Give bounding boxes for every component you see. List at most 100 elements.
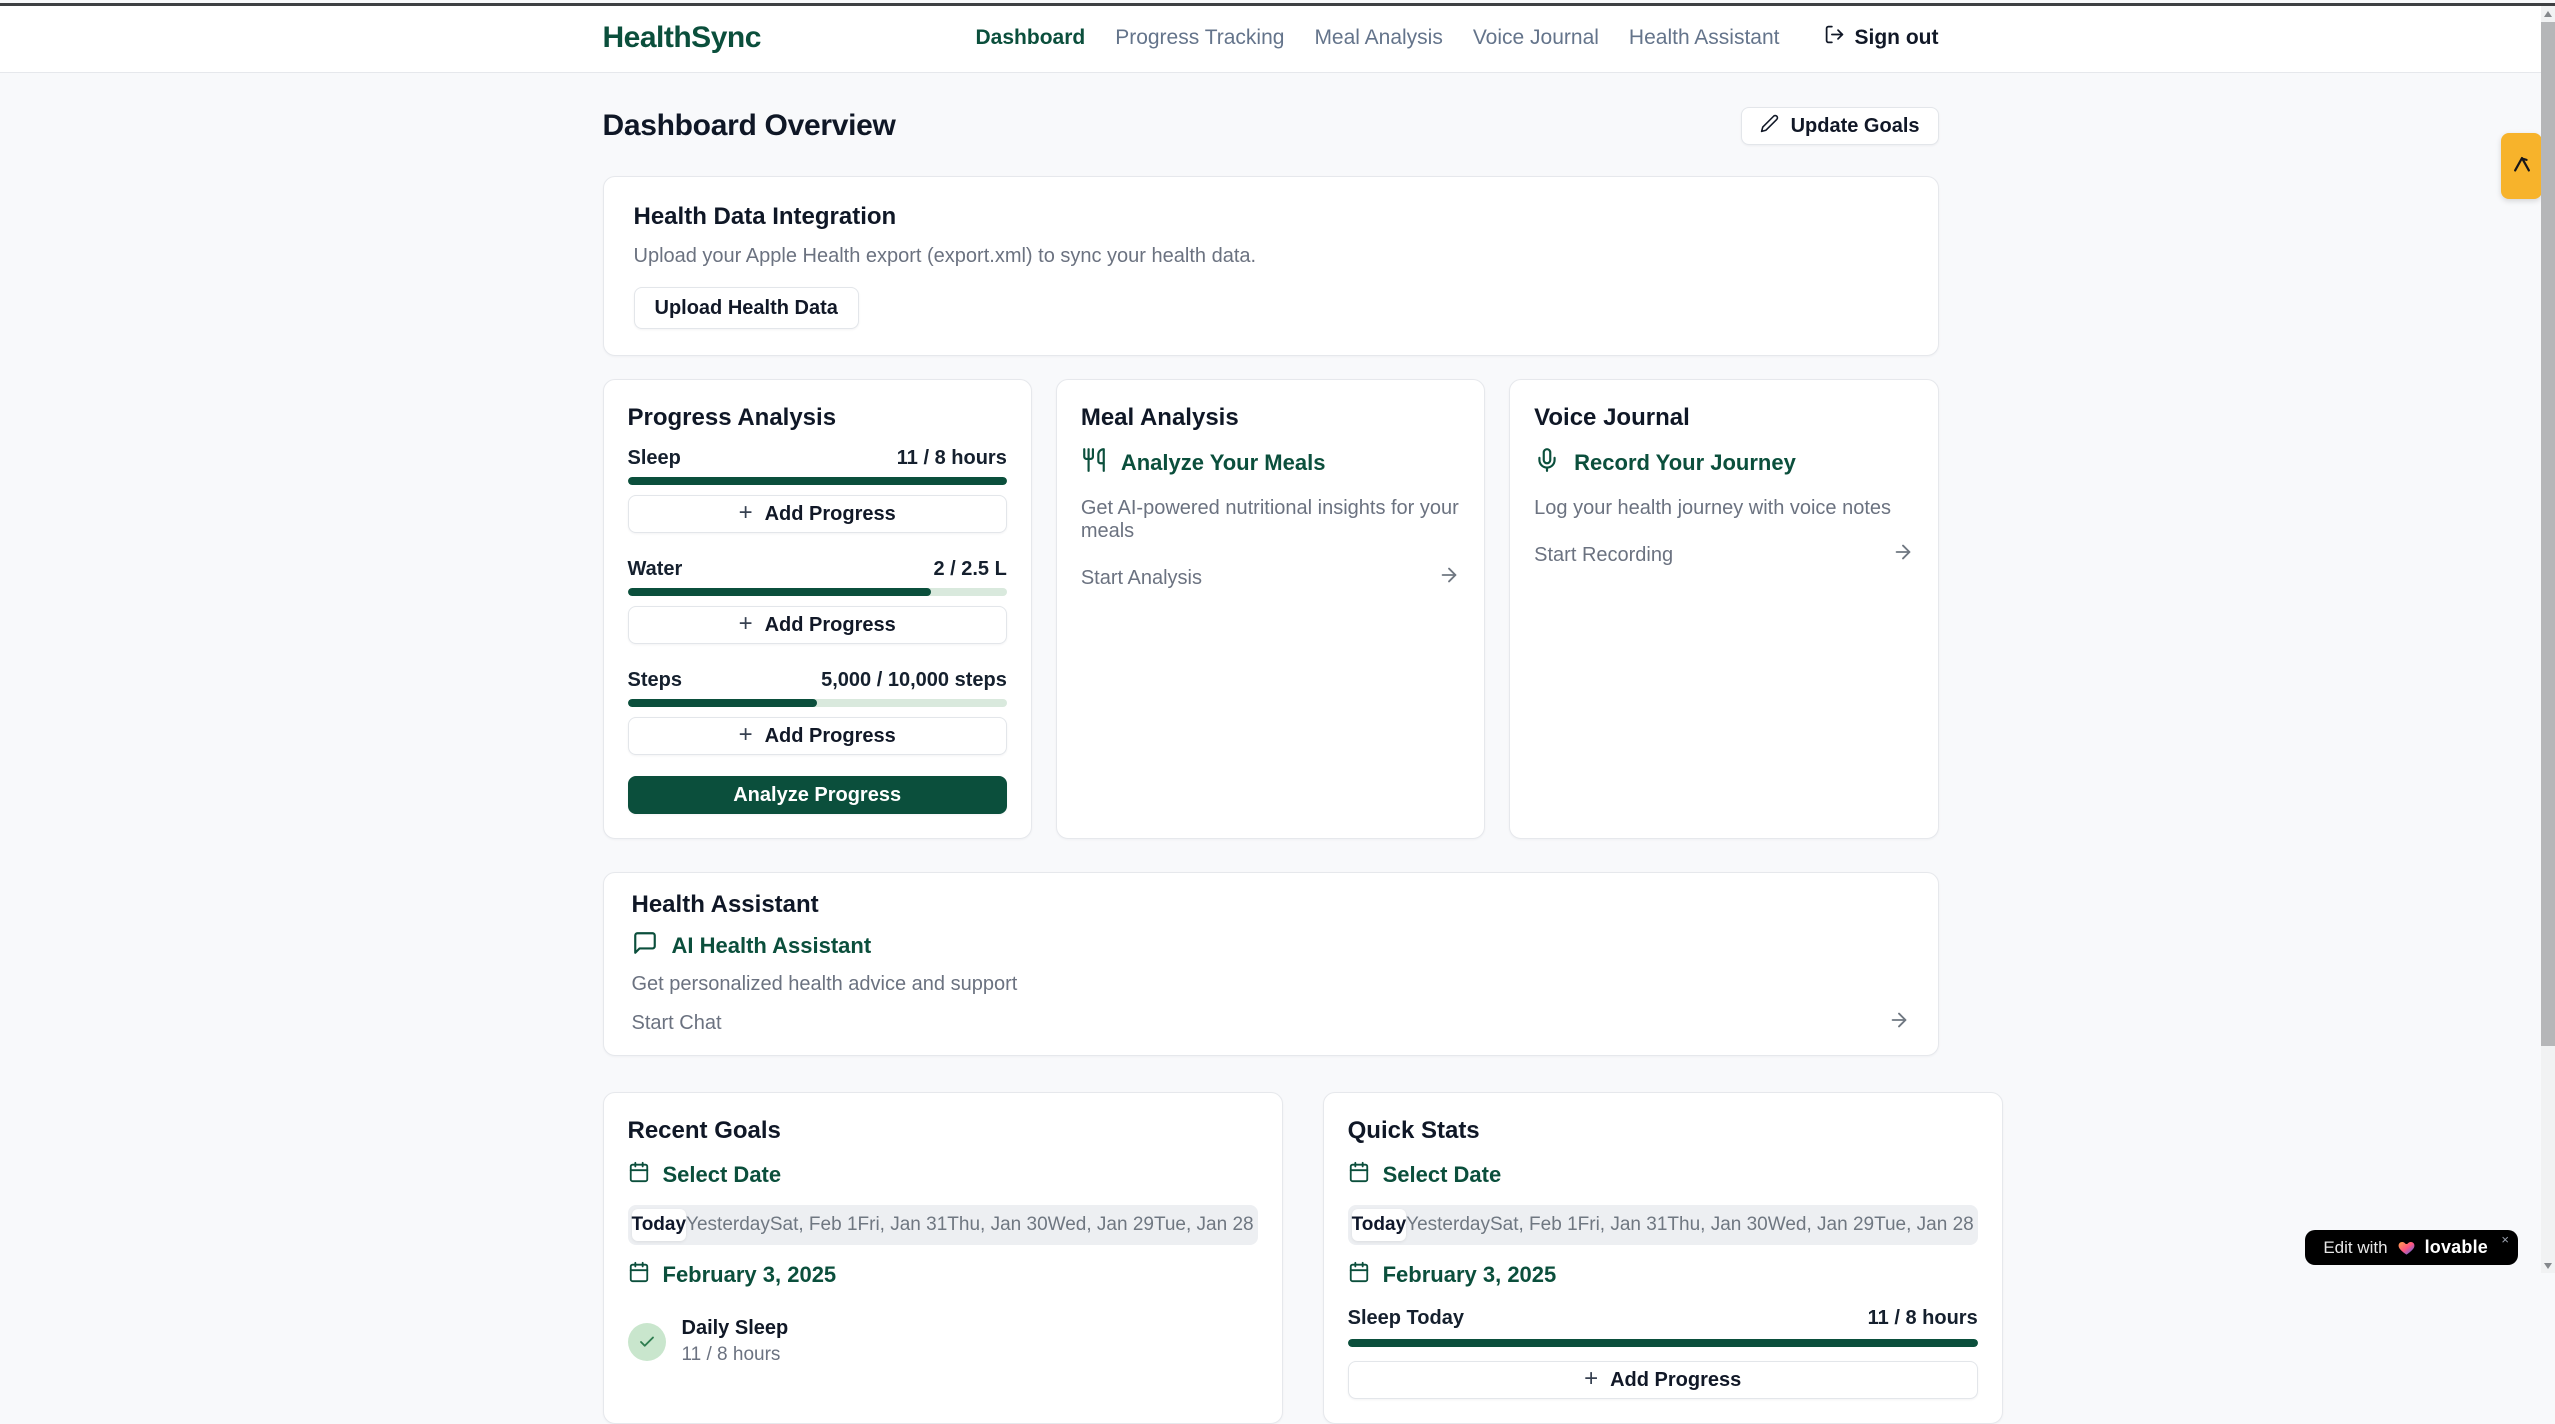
scrollbar-up-icon[interactable] [2541, 6, 2555, 21]
start-analysis-label: Start Analysis [1081, 567, 1202, 590]
badge-close-icon[interactable]: × [2501, 1233, 2509, 1246]
date-tab-tue-jan-28[interactable]: Tue, Jan 28 [1154, 1209, 1254, 1241]
microphone-icon [1534, 447, 1560, 479]
integration-description: Upload your Apple Health export (export.… [634, 245, 1908, 268]
date-tab-wed-jan-29[interactable]: Wed, Jan 29 [1768, 1209, 1874, 1241]
record-your-journey-label: Record Your Journey [1574, 450, 1796, 476]
date-tab-fri-jan-31[interactable]: Fri, Jan 31 [858, 1209, 948, 1241]
page-title: Dashboard Overview [603, 109, 896, 143]
log-out-icon [1824, 24, 1845, 51]
quick-stats-add-progress-button[interactable]: +Add Progress [1348, 1361, 1978, 1399]
sleep-add-progress-button[interactable]: +Add Progress [628, 495, 1007, 533]
recent-goals-title: Recent Goals [628, 1117, 1258, 1145]
record-your-journey-link[interactable]: Record Your Journey [1534, 447, 1913, 479]
window-top-edge [0, 3, 2555, 6]
sleep-progress-bar [628, 477, 1007, 485]
water-add-progress-button[interactable]: + Add Progress [628, 606, 1007, 644]
integration-title: Health Data Integration [634, 203, 1908, 231]
add-progress-label: Add Progress [765, 614, 896, 637]
recent-goals-date-tabs: Today Yesterday Sat, Feb 1 Fri, Jan 31 T… [628, 1205, 1258, 1245]
date-tab-sat-feb-1[interactable]: Sat, Feb 1 [1490, 1209, 1578, 1241]
recent-goals-current-date: February 3, 2025 [628, 1261, 1258, 1289]
analyze-your-meals-link[interactable]: Analyze Your Meals [1081, 447, 1460, 479]
page-scrollbar[interactable] [2541, 6, 2555, 1273]
badge-prefix: Edit with [2323, 1238, 2387, 1258]
quick-stats-select-date[interactable]: Select Date [1348, 1161, 1978, 1189]
calendar-icon [628, 1261, 650, 1289]
steps-add-progress-button[interactable]: +Add Progress [628, 717, 1007, 755]
update-goals-label: Update Goals [1791, 115, 1920, 138]
start-recording-action[interactable]: Start Recording [1534, 541, 1913, 569]
scrollbar-thumb[interactable] [2541, 22, 2555, 1046]
sign-out-label: Sign out [1855, 26, 1939, 50]
meal-analysis-description: Get AI-powered nutritional insights for … [1081, 497, 1460, 543]
health-assistant-description: Get personalized health advice and suppo… [632, 973, 1910, 996]
arrow-right-icon [1438, 564, 1460, 592]
lovable-logo-icon [2511, 153, 2533, 180]
nav-dashboard[interactable]: Dashboard [976, 26, 1086, 50]
sleep-value: 11 / 8 hours [897, 447, 1007, 470]
plus-icon: + [1584, 1367, 1598, 1391]
app-logo: HealthSync [603, 21, 761, 55]
top-navbar: HealthSync Dashboard Progress Tracking M… [0, 3, 2541, 73]
sleep-today-progress-fill [1348, 1339, 1978, 1347]
date-tab-wed-jan-29[interactable]: Wed, Jan 29 [1048, 1209, 1154, 1241]
utensils-icon [1081, 447, 1107, 479]
progress-analysis-title: Progress Analysis [628, 404, 1007, 432]
recent-goals-select-date[interactable]: Select Date [628, 1161, 1258, 1189]
current-date-label: February 3, 2025 [1383, 1262, 1557, 1288]
analyze-progress-button[interactable]: Analyze Progress [628, 776, 1007, 814]
start-chat-action[interactable]: Start Chat [632, 1009, 1910, 1037]
sleep-label: Sleep [628, 447, 681, 470]
date-tab-yesterday[interactable]: Yesterday [686, 1209, 770, 1241]
nav-meal-analysis[interactable]: Meal Analysis [1314, 26, 1442, 50]
nav-voice-journal[interactable]: Voice Journal [1473, 26, 1599, 50]
goal-value: 11 / 8 hours [682, 1344, 789, 1366]
upload-health-data-button[interactable]: Upload Health Data [634, 287, 859, 329]
water-progress-bar [628, 588, 1007, 596]
steps-progress-fill [628, 699, 818, 707]
meal-analysis-card: Meal Analysis Analyze Your Meals Get AI-… [1056, 379, 1485, 839]
nav-progress-tracking[interactable]: Progress Tracking [1115, 26, 1284, 50]
arrow-right-icon [1888, 1009, 1910, 1037]
quick-stats-title: Quick Stats [1348, 1117, 1978, 1145]
date-tab-yesterday[interactable]: Yesterday [1406, 1209, 1490, 1241]
lovable-select-tool-button[interactable] [2501, 133, 2542, 199]
plus-icon: + [739, 612, 753, 636]
main-nav: Dashboard Progress Tracking Meal Analysi… [976, 24, 1939, 51]
update-goals-button[interactable]: Update Goals [1741, 107, 1939, 145]
analyze-your-meals-label: Analyze Your Meals [1121, 450, 1326, 476]
date-tab-sat-feb-1[interactable]: Sat, Feb 1 [770, 1209, 858, 1241]
calendar-icon [1348, 1161, 1370, 1189]
date-tab-thu-jan-30[interactable]: Thu, Jan 30 [947, 1209, 1047, 1241]
date-tab-tue-jan-28[interactable]: Tue, Jan 28 [1874, 1209, 1974, 1241]
meal-analysis-title: Meal Analysis [1081, 404, 1460, 432]
voice-journal-description: Log your health journey with voice notes [1534, 497, 1913, 520]
steps-value: 5,000 / 10,000 steps [821, 669, 1007, 692]
gradient-heart-icon [2397, 1238, 2416, 1257]
date-tab-today[interactable]: Today [632, 1209, 687, 1241]
recent-goals-card: Recent Goals Select Date Today Yesterday… [603, 1092, 1283, 1424]
water-metric: Water 2 / 2.5 L +Add Progress [628, 558, 1007, 644]
quick-stats-date-tabs: Today Yesterday Sat, Feb 1 Fri, Jan 31 T… [1348, 1205, 1978, 1245]
goal-item-daily-sleep: Daily Sleep 11 / 8 hours [628, 1317, 1258, 1366]
calendar-icon [1348, 1261, 1370, 1289]
sign-out-button[interactable]: Sign out [1824, 24, 1939, 51]
badge-brand: lovable [2425, 1237, 2488, 1258]
start-analysis-action[interactable]: Start Analysis [1081, 564, 1460, 592]
date-tab-today[interactable]: Today [1352, 1209, 1407, 1241]
ai-health-assistant-link[interactable]: AI Health Assistant [632, 930, 1910, 962]
current-date-label: February 3, 2025 [663, 1262, 837, 1288]
date-tab-thu-jan-30[interactable]: Thu, Jan 30 [1667, 1209, 1767, 1241]
start-recording-label: Start Recording [1534, 544, 1673, 567]
progress-analysis-card: Progress Analysis Sleep 11 / 8 hours + Ad… [603, 379, 1032, 839]
start-chat-label: Start Chat [632, 1012, 722, 1035]
scrollbar-down-icon[interactable] [2541, 1258, 2555, 1273]
plus-icon: + [739, 501, 753, 525]
edit-with-lovable-badge[interactable]: Edit with lovable × [2305, 1230, 2518, 1265]
nav-health-assistant[interactable]: Health Assistant [1629, 26, 1780, 50]
water-label: Water [628, 558, 683, 581]
date-tab-fri-jan-31[interactable]: Fri, Jan 31 [1578, 1209, 1668, 1241]
plus-icon: + [739, 723, 753, 747]
voice-journal-title: Voice Journal [1534, 404, 1913, 432]
